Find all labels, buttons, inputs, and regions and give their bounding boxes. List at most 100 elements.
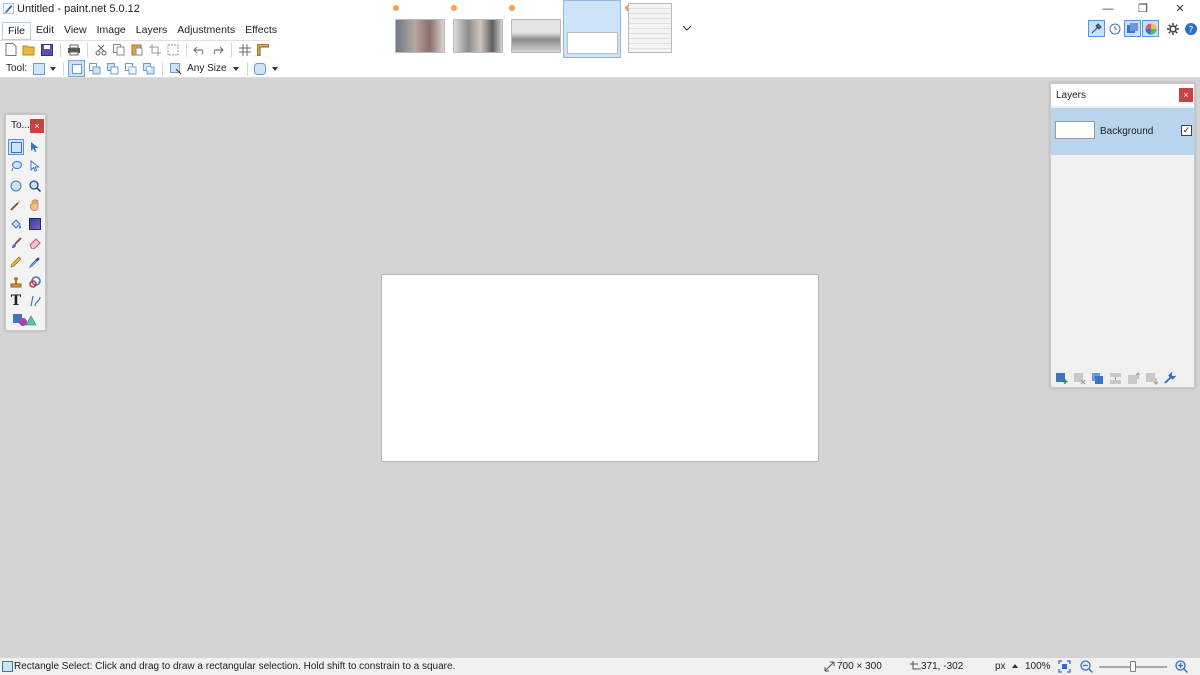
tool-label: Tool: bbox=[6, 63, 28, 74]
image-canvas[interactable] bbox=[381, 274, 819, 462]
chevron-up-icon[interactable] bbox=[1012, 664, 1018, 668]
rulers-icon[interactable] bbox=[254, 41, 271, 58]
layers-window-title: Layers bbox=[1056, 90, 1087, 101]
chevron-down-icon[interactable] bbox=[230, 60, 242, 77]
thumbnail-image bbox=[511, 19, 561, 53]
menu-image[interactable]: Image bbox=[92, 22, 131, 40]
image-tab-photo-1[interactable] bbox=[391, 0, 449, 58]
image-tab-dialog-screenshot[interactable] bbox=[623, 0, 681, 58]
pan-hand-tool-icon[interactable] bbox=[27, 197, 43, 213]
delete-layer-icon[interactable] bbox=[1072, 371, 1086, 385]
paste-icon[interactable] bbox=[128, 41, 145, 58]
thumbnails-overflow-chevron-icon[interactable] bbox=[678, 20, 695, 37]
paintbrush-tool-icon[interactable] bbox=[8, 235, 24, 251]
menu-file[interactable]: File bbox=[2, 22, 31, 40]
zoom-level-text[interactable]: 100% bbox=[1025, 661, 1051, 672]
zoom-out-icon[interactable] bbox=[1080, 660, 1093, 673]
deselect-icon[interactable] bbox=[164, 41, 181, 58]
image-tab-photo-3[interactable] bbox=[507, 0, 565, 58]
layers-window: Layers × Background ✓ bbox=[1050, 83, 1195, 388]
colors-window-toggle-icon[interactable] bbox=[1142, 20, 1159, 37]
unsaved-indicator bbox=[393, 5, 399, 11]
tools-window-toggle-icon[interactable] bbox=[1088, 20, 1105, 37]
rectangle-select-tool-icon[interactable] bbox=[8, 139, 24, 155]
menu-view[interactable]: View bbox=[59, 22, 92, 40]
pixel-grid-icon[interactable] bbox=[236, 41, 253, 58]
menu-effects[interactable]: Effects bbox=[240, 22, 282, 40]
antialiasing-icon[interactable] bbox=[252, 60, 269, 77]
unsaved-indicator bbox=[451, 5, 457, 11]
magic-wand-tool-icon[interactable] bbox=[8, 197, 24, 213]
lasso-select-tool-icon[interactable] bbox=[8, 158, 24, 174]
toolbar-separator bbox=[246, 61, 248, 76]
pencil-tool-icon[interactable] bbox=[8, 254, 24, 270]
toolbar-separator bbox=[231, 42, 232, 57]
save-icon[interactable] bbox=[38, 41, 55, 58]
selection-mode-intersect-icon[interactable] bbox=[122, 60, 139, 77]
paintnet-app-icon bbox=[3, 3, 14, 14]
ellipse-select-tool-icon[interactable] bbox=[8, 178, 24, 194]
selection-mode-exclude-icon[interactable] bbox=[104, 60, 121, 77]
duplicate-layer-icon[interactable] bbox=[1090, 371, 1104, 385]
restore-button[interactable]: ❐ bbox=[1128, 2, 1158, 16]
layer-thumbnail bbox=[1055, 121, 1095, 139]
selection-mode-union-icon[interactable] bbox=[86, 60, 103, 77]
zoom-to-window-icon[interactable] bbox=[1058, 660, 1071, 673]
copy-icon[interactable] bbox=[110, 41, 127, 58]
line-curve-tool-icon[interactable] bbox=[27, 293, 43, 309]
image-tab-photo-2[interactable] bbox=[449, 0, 507, 58]
selection-mode-replace-icon[interactable] bbox=[68, 60, 86, 77]
paint-bucket-tool-icon[interactable] bbox=[8, 216, 24, 232]
add-layer-icon[interactable] bbox=[1054, 371, 1068, 385]
move-layer-down-icon[interactable] bbox=[1144, 371, 1158, 385]
image-tab-untitled[interactable] bbox=[563, 0, 621, 58]
layer-properties-wrench-icon[interactable] bbox=[1162, 371, 1176, 385]
cut-icon[interactable] bbox=[92, 41, 109, 58]
eraser-tool-icon[interactable] bbox=[27, 235, 43, 251]
crop-to-selection-icon[interactable] bbox=[146, 41, 163, 58]
zoom-slider-thumb[interactable] bbox=[1130, 661, 1136, 672]
zoom-in-icon[interactable] bbox=[1175, 660, 1188, 673]
help-icon[interactable]: ? bbox=[1182, 20, 1199, 37]
text-tool-icon[interactable]: T bbox=[8, 293, 24, 309]
tools-window-close-button[interactable]: × bbox=[30, 119, 44, 133]
menu-edit[interactable]: Edit bbox=[31, 22, 59, 40]
move-selected-pixels-tool-icon[interactable] bbox=[27, 139, 43, 155]
current-tool-rectangle-select-icon[interactable] bbox=[30, 60, 47, 77]
close-window-button[interactable]: ✕ bbox=[1165, 2, 1195, 16]
minimize-button[interactable]: — bbox=[1093, 2, 1123, 16]
status-bar: Rectangle Select: Click and drag to draw… bbox=[0, 657, 1200, 675]
selection-size-icon[interactable] bbox=[167, 60, 184, 77]
selection-size-dropdown[interactable]: Any Size bbox=[187, 63, 226, 74]
chevron-down-icon[interactable] bbox=[48, 60, 58, 77]
units-selector[interactable]: px bbox=[995, 661, 1006, 672]
layer-row[interactable]: Background ✓ bbox=[1051, 108, 1194, 155]
layers-window-close-button[interactable]: × bbox=[1179, 88, 1193, 102]
clone-stamp-tool-icon[interactable] bbox=[8, 274, 24, 290]
tools-window-title: To... bbox=[11, 120, 30, 131]
print-icon[interactable] bbox=[65, 41, 82, 58]
merge-layer-down-icon[interactable] bbox=[1108, 371, 1122, 385]
open-folder-icon[interactable] bbox=[20, 41, 37, 58]
settings-gear-icon[interactable] bbox=[1164, 20, 1181, 37]
menu-layers[interactable]: Layers bbox=[131, 22, 173, 40]
recolor-tool-icon[interactable] bbox=[27, 274, 43, 290]
chevron-down-icon[interactable] bbox=[270, 60, 280, 77]
undo-icon[interactable] bbox=[191, 41, 208, 58]
move-layer-up-icon[interactable] bbox=[1126, 371, 1140, 385]
shapes-tool-icon[interactable] bbox=[10, 312, 40, 328]
menu-adjustments[interactable]: Adjustments bbox=[172, 22, 240, 40]
gradient-tool-icon[interactable] bbox=[27, 216, 43, 232]
history-window-toggle-icon[interactable] bbox=[1106, 20, 1123, 37]
zoom-tool-icon[interactable] bbox=[27, 178, 43, 194]
layer-visibility-checkbox[interactable]: ✓ bbox=[1181, 125, 1192, 136]
selection-mode-xor-icon[interactable] bbox=[140, 60, 157, 77]
cursor-position-text: 371, -302 bbox=[921, 661, 964, 672]
redo-icon[interactable] bbox=[209, 41, 226, 58]
color-picker-tool-icon[interactable] bbox=[27, 254, 43, 270]
layers-window-toggle-icon[interactable] bbox=[1124, 20, 1141, 37]
tool-hint-text: Rectangle Select: Click and drag to draw… bbox=[14, 661, 456, 672]
move-selection-tool-icon[interactable] bbox=[27, 158, 43, 174]
image-size-icon bbox=[824, 661, 835, 672]
new-file-icon[interactable] bbox=[2, 41, 19, 58]
